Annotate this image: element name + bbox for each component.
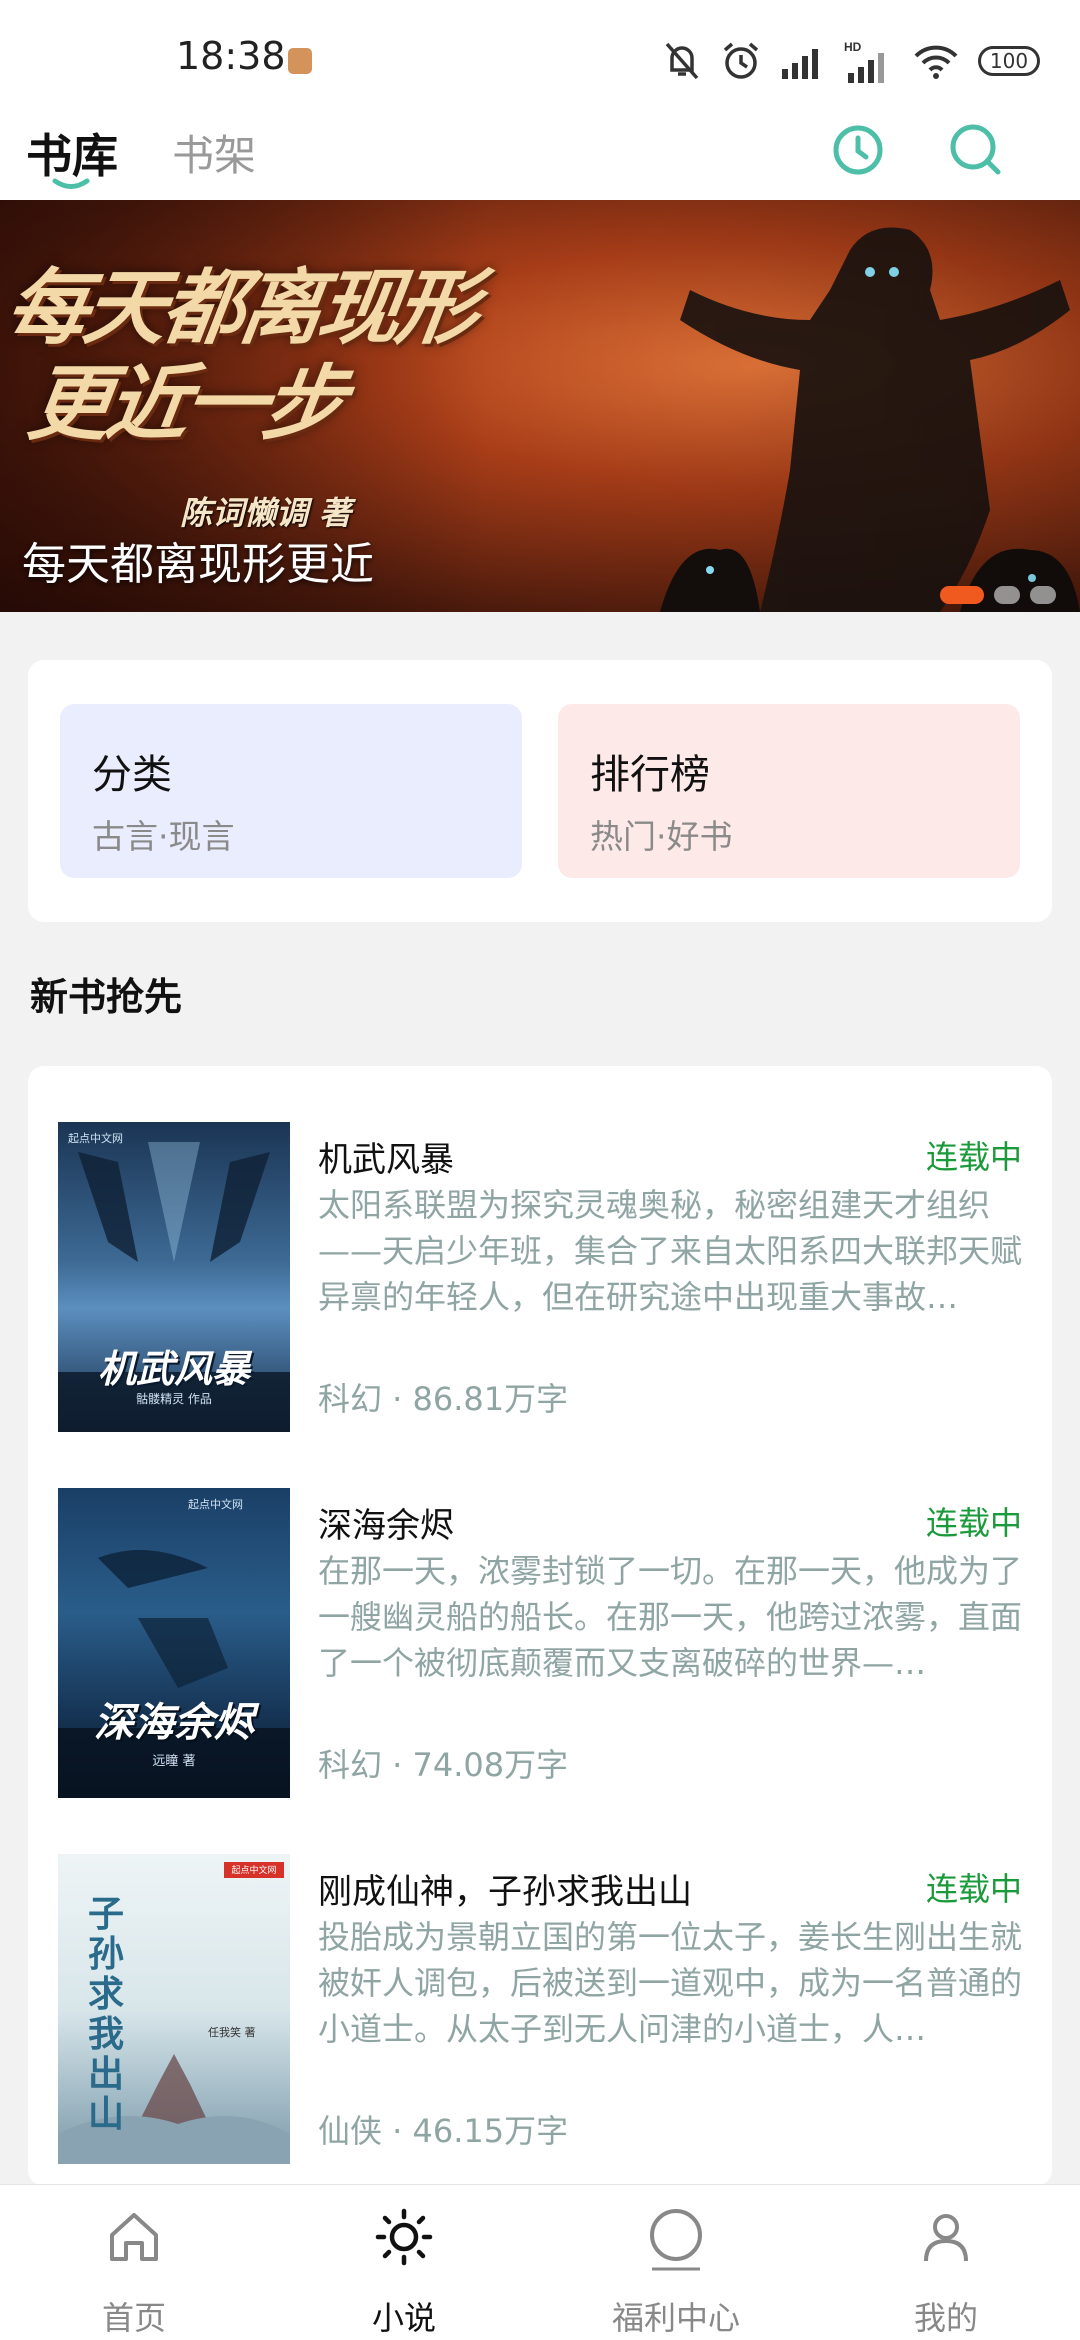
book-title[interactable]: 机武风暴 — [318, 1132, 454, 1181]
history-icon[interactable] — [828, 120, 888, 180]
cover-author: 任我笑 著 — [208, 2026, 256, 2039]
cover-title: 子孙求我出山 — [88, 1893, 125, 2135]
top-header: 书库 书架 — [0, 120, 1080, 200]
tab-bookstore[interactable]: 书库 — [26, 120, 118, 186]
book-title[interactable]: 刚成仙神，子孙求我出山 — [318, 1864, 692, 1913]
cover-publisher: 起点中文网 — [188, 1498, 243, 1511]
book-meta: 科幻 · 86.81万字 — [318, 1380, 569, 1418]
ranking-subtitle: 热门·好书 — [590, 817, 733, 856]
banner-art-title-line2: 更近一步 — [22, 356, 348, 452]
alarm-icon — [723, 42, 759, 79]
nav-profile-label: 我的 — [913, 2299, 978, 2337]
cover-author: 骷髅精灵 作品 — [136, 1392, 212, 1406]
book-cover[interactable]: 起点中文网 子孙求我出山 任我笑 著 — [58, 1854, 290, 2164]
tab-active-indicator — [52, 178, 90, 189]
book-status: 连载中 — [925, 1870, 1022, 1908]
tab-bookshelf[interactable]: 书架 — [172, 122, 256, 183]
book-item[interactable]: 起点中文网 深海余烬 远瞳 著 深海余烬 连载中 在那一天，浓雾封锁了一切。在那… — [28, 1432, 1052, 1798]
battery-indicator: 100 — [978, 46, 1040, 76]
cover-title: 机武风暴 — [97, 1346, 250, 1391]
book-cover[interactable]: 起点中文网 深海余烬 远瞳 著 — [58, 1488, 290, 1798]
svg-text:HD: HD — [844, 40, 862, 54]
carousel-dot[interactable] — [1030, 586, 1056, 604]
banner-carousel[interactable]: 每天都离现形 更近一步 陈词懒调 著 每天都离现形更近 — [0, 200, 1080, 612]
carousel-dot-active[interactable] — [940, 586, 984, 604]
carousel-dot[interactable] — [994, 586, 1020, 604]
book-item[interactable]: 起点中文网 机武风暴 骷髅精灵 作品 机武风暴 连载中 太阳系联盟为探究灵魂奥秘… — [28, 1066, 1052, 1432]
book-description: 太阳系联盟为探究灵魂奥秘，秘密组建天才组织——天启少年班，集合了来自太阳系四大联… — [318, 1186, 1023, 1316]
book-meta: 仙侠 · 46.15万字 — [318, 2112, 569, 2150]
category-subtitle: 古言·现言 — [92, 817, 235, 856]
nav-novel-label: 小说 — [371, 2299, 436, 2337]
notification-badge-icon — [288, 48, 312, 74]
cover-author: 远瞳 著 — [152, 1754, 196, 1769]
ranking-button[interactable]: 排行榜 热门·好书 — [558, 704, 1020, 878]
signal-hd-icon: HD — [844, 40, 884, 83]
book-cover[interactable]: 起点中文网 机武风暴 骷髅精灵 作品 — [58, 1122, 290, 1432]
search-icon[interactable] — [946, 120, 1006, 180]
nav-home[interactable]: 首页 — [44, 2185, 224, 2340]
nav-home-label: 首页 — [101, 2299, 166, 2337]
banner-art-title-line1: 每天都离现形 — [0, 260, 482, 356]
nav-welfare[interactable]: 福利中心 — [586, 2185, 766, 2340]
book-title[interactable]: 深海余烬 — [318, 1498, 454, 1547]
bottom-navigation: 首页 小说 福利中心 我的 — [0, 2184, 1080, 2340]
signal-icon — [782, 49, 818, 79]
book-description: 在那一天，浓雾封锁了一切。在那一天，他成为了一艘幽灵船的船长。在那一天，他跨过浓… — [318, 1552, 1023, 1682]
category-title: 分类 — [92, 752, 172, 798]
cover-publisher: 起点中文网 — [68, 1132, 123, 1145]
book-list: 起点中文网 机武风暴 骷髅精灵 作品 机武风暴 连载中 太阳系联盟为探究灵魂奥秘… — [28, 1066, 1052, 2186]
category-button[interactable]: 分类 古言·现言 — [60, 704, 522, 878]
section-title-new-books: 新书抢先 — [30, 975, 183, 1019]
home-icon — [110, 2213, 158, 2261]
ranking-title: 排行榜 — [590, 752, 710, 798]
mute-bell-icon — [665, 42, 699, 80]
wifi-icon — [914, 45, 958, 79]
user-icon — [924, 2214, 968, 2262]
banner-art-title: 每天都离现形 更近一步 — [0, 260, 613, 452]
carousel-dots — [940, 586, 1056, 604]
category-card: 分类 古言·现言 排行榜 热门·好书 — [28, 660, 1052, 922]
book-description: 投胎成为景朝立国的第一位太子，姜长生刚出生就被奸人调包，后被送到一道观中，成为一… — [318, 1918, 1023, 2048]
banner-caption: 每天都离现形更近 — [22, 539, 374, 590]
nav-welfare-label: 福利中心 — [611, 2299, 740, 2337]
book-item[interactable]: 起点中文网 子孙求我出山 任我笑 著 刚成仙神，子孙求我出山 连载中 投胎成为景… — [28, 1798, 1052, 2164]
book-meta: 科幻 · 74.08万字 — [318, 1746, 569, 1784]
book-status: 连载中 — [925, 1138, 1022, 1176]
nav-novel[interactable]: 小说 — [314, 2185, 494, 2340]
sun-icon — [375, 2208, 433, 2266]
circle-icon — [650, 2209, 702, 2271]
status-bar: 18:38 HD 100 — [0, 0, 1080, 120]
nav-profile[interactable]: 我的 — [856, 2185, 1036, 2340]
status-icons: HD 100 — [662, 38, 1040, 84]
cover-publisher: 起点中文网 — [231, 1866, 277, 1876]
status-time: 18:38 — [176, 34, 286, 78]
cover-title: 深海余烬 — [94, 1699, 254, 1746]
book-status: 连载中 — [925, 1504, 1022, 1542]
